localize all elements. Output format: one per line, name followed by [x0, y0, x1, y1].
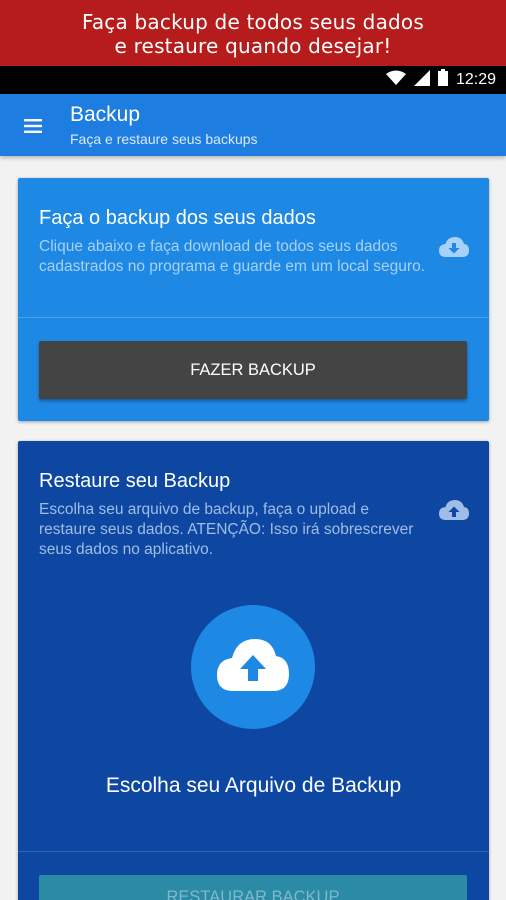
signal-icon: [413, 69, 430, 91]
page-title: Backup: [70, 103, 141, 126]
status-time: 12:29: [455, 71, 496, 88]
upload-file-button[interactable]: [191, 605, 315, 729]
restore-backup-button[interactable]: RESTAURAR BACKUP: [39, 875, 467, 900]
promo-line-1: Faça backup de todos seus dados: [81, 10, 424, 34]
page-subtitle: Faça e restaure seus backups: [70, 131, 258, 147]
battery-icon: [437, 69, 448, 91]
app-bar: Backup Faça e restaure seus backups: [0, 94, 506, 156]
cloud-download-icon: [438, 236, 470, 263]
cloud-upload-icon: [438, 499, 470, 526]
status-bar: 12:29: [0, 66, 506, 94]
choose-file-label[interactable]: Escolha seu Arquivo de Backup: [18, 774, 489, 798]
restore-card-title: Restaure seu Backup: [39, 470, 231, 492]
backup-card-description: Clique abaixo e faça download de todos s…: [39, 238, 425, 275]
make-backup-button[interactable]: FAZER BACKUP: [39, 341, 467, 399]
wifi-icon: [385, 70, 406, 91]
backup-card-divider: [18, 317, 489, 318]
hamburger-menu-icon[interactable]: [22, 116, 46, 136]
restore-card-description: Escolha seu arquivo de backup, faça o up…: [39, 501, 414, 558]
restore-card-divider: [18, 851, 489, 852]
promo-banner: Faça backup de todos seus dados e restau…: [0, 0, 506, 66]
backup-card: Faça o backup dos seus dados Clique abai…: [18, 178, 489, 421]
cloud-upload-large-icon: [217, 639, 289, 691]
restore-card: Restaure seu Backup Escolha seu arquivo …: [18, 441, 489, 900]
backup-card-title: Faça o backup dos seus dados: [39, 207, 316, 229]
promo-line-2: e restaure quando desejar!: [114, 34, 392, 58]
